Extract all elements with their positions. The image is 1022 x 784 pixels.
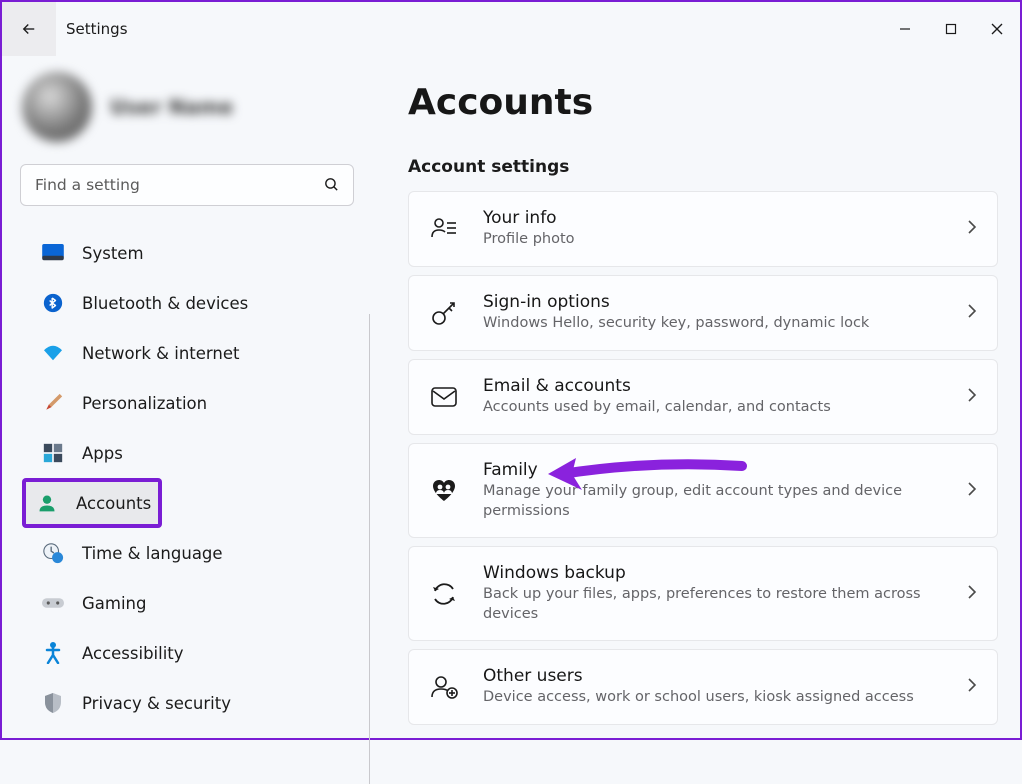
maximize-button[interactable] (928, 9, 974, 49)
sidebar-item-apps[interactable]: Apps (8, 428, 366, 478)
card-title: Email & accounts (483, 376, 943, 396)
bluetooth-icon (42, 292, 64, 314)
search-wrap (20, 164, 354, 206)
profile-name: User Name (110, 95, 233, 119)
mail-icon (429, 382, 459, 412)
search-icon[interactable] (323, 176, 340, 197)
card-other-users[interactable]: Other users Device access, work or schoo… (408, 649, 998, 725)
main-content: Accounts Account settings Your info Prof… (372, 56, 1020, 742)
card-title: Other users (483, 666, 943, 686)
accessibility-icon (42, 642, 64, 664)
sidebar-item-personalization[interactable]: Personalization (8, 378, 366, 428)
chevron-right-icon (967, 219, 977, 239)
clock-globe-icon (42, 542, 64, 564)
apps-icon (42, 442, 64, 464)
sidebar-item-time-language[interactable]: Time & language (8, 528, 366, 578)
brush-icon (42, 392, 64, 414)
sidebar-divider (369, 314, 370, 784)
card-title: Sign-in options (483, 292, 943, 312)
sidebar-item-label: Bluetooth & devices (82, 294, 248, 313)
sidebar-item-bluetooth[interactable]: Bluetooth & devices (8, 278, 366, 328)
card-email-accounts[interactable]: Email & accounts Accounts used by email,… (408, 359, 998, 435)
window-title: Settings (66, 20, 128, 38)
system-icon (42, 242, 64, 264)
card-desc: Manage your family group, edit account t… (483, 482, 943, 521)
sidebar-item-label: Personalization (82, 394, 207, 413)
sidebar-item-network[interactable]: Network & internet (8, 328, 366, 378)
sync-icon (429, 579, 459, 609)
sidebar-item-gaming[interactable]: Gaming (8, 578, 366, 628)
profile-block[interactable]: User Name (2, 66, 372, 164)
card-desc: Profile photo (483, 230, 943, 250)
maximize-icon (945, 23, 957, 35)
card-your-info[interactable]: Your info Profile photo (408, 191, 998, 267)
sidebar-item-label: Time & language (82, 544, 223, 563)
card-desc: Accounts used by email, calendar, and co… (483, 398, 943, 418)
card-title: Windows backup (483, 563, 943, 583)
sidebar-item-label: Privacy & security (82, 694, 231, 713)
shield-icon (42, 692, 64, 714)
back-button[interactable] (2, 2, 56, 56)
gamepad-icon (42, 592, 64, 614)
window-controls (882, 9, 1020, 49)
add-user-icon (429, 672, 459, 702)
avatar (22, 72, 92, 142)
chevron-right-icon (967, 387, 977, 407)
minimize-icon (899, 23, 911, 35)
sidebar-item-system[interactable]: System (8, 228, 366, 278)
sidebar-item-label: System (82, 244, 144, 263)
person-icon (36, 492, 58, 514)
page-title: Accounts (408, 82, 998, 123)
card-windows-backup[interactable]: Windows backup Back up your files, apps,… (408, 546, 998, 641)
arrow-left-icon (20, 20, 38, 38)
nav-list: System Bluetooth & devices Network & int… (2, 228, 372, 728)
sidebar-item-privacy[interactable]: Privacy & security (8, 678, 366, 728)
sidebar-item-label: Apps (82, 444, 123, 463)
minimize-button[interactable] (882, 9, 928, 49)
your-info-icon (429, 214, 459, 244)
card-desc: Back up your files, apps, preferences to… (483, 585, 943, 624)
card-family[interactable]: Family Manage your family group, edit ac… (408, 443, 998, 538)
wifi-icon (42, 342, 64, 364)
sidebar-item-label: Accessibility (82, 644, 184, 663)
chevron-right-icon (967, 677, 977, 697)
card-desc: Windows Hello, security key, password, d… (483, 314, 943, 334)
card-signin-options[interactable]: Sign-in options Windows Hello, security … (408, 275, 998, 351)
card-desc: Device access, work or school users, kio… (483, 688, 943, 708)
section-title: Account settings (408, 157, 998, 177)
sidebar-item-accounts[interactable]: Accounts (22, 478, 162, 528)
chevron-right-icon (967, 303, 977, 323)
sidebar-item-label: Accounts (76, 494, 151, 513)
sidebar-item-label: Gaming (82, 594, 147, 613)
key-icon (429, 298, 459, 328)
card-title: Family (483, 460, 943, 480)
titlebar: Settings (2, 2, 1020, 56)
chevron-right-icon (967, 584, 977, 604)
close-icon (991, 23, 1003, 35)
sidebar: User Name System Bluetooth & devices (2, 56, 372, 742)
search-input[interactable] (20, 164, 354, 206)
sidebar-item-label: Network & internet (82, 344, 239, 363)
chevron-right-icon (967, 481, 977, 501)
close-button[interactable] (974, 9, 1020, 49)
sidebar-item-accessibility[interactable]: Accessibility (8, 628, 366, 678)
card-title: Your info (483, 208, 943, 228)
heart-people-icon (429, 476, 459, 506)
